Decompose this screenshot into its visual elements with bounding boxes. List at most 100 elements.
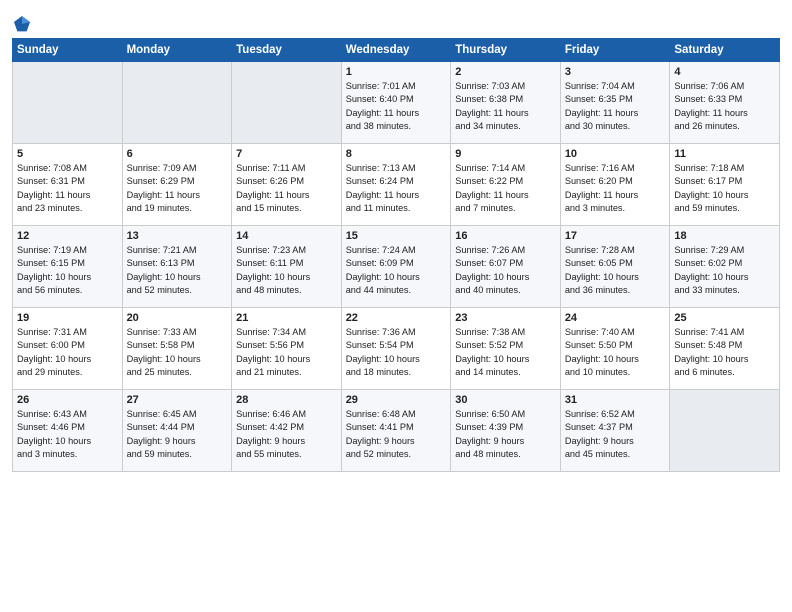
day-info: Sunrise: 7:41 AM Sunset: 5:48 PM Dayligh… — [674, 326, 775, 379]
weekday-header-tuesday: Tuesday — [232, 39, 342, 62]
calendar-cell: 27 Sunrise: 6:45 AM Sunset: 4:44 PM Dayli… — [122, 390, 232, 472]
calendar-cell: 26 Sunrise: 6:43 AM Sunset: 4:46 PM Dayli… — [13, 390, 123, 472]
day-number: 18 — [674, 230, 775, 242]
calendar-cell: 6 Sunrise: 7:09 AM Sunset: 6:29 PM Daylig… — [122, 144, 232, 226]
day-number: 22 — [346, 312, 447, 324]
day-number: 24 — [565, 312, 666, 324]
day-info: Sunrise: 7:04 AM Sunset: 6:35 PM Dayligh… — [565, 80, 666, 133]
weekday-header-monday: Monday — [122, 39, 232, 62]
day-number: 5 — [17, 148, 118, 160]
calendar-cell: 24 Sunrise: 7:40 AM Sunset: 5:50 PM Dayli… — [560, 308, 670, 390]
day-info: Sunrise: 6:45 AM Sunset: 4:44 PM Dayligh… — [127, 408, 228, 461]
day-number: 6 — [127, 148, 228, 160]
day-number: 8 — [346, 148, 447, 160]
day-info: Sunrise: 7:31 AM Sunset: 6:00 PM Dayligh… — [17, 326, 118, 379]
calendar-cell: 9 Sunrise: 7:14 AM Sunset: 6:22 PM Daylig… — [451, 144, 561, 226]
day-info: Sunrise: 7:24 AM Sunset: 6:09 PM Dayligh… — [346, 244, 447, 297]
calendar-cell: 16 Sunrise: 7:26 AM Sunset: 6:07 PM Dayli… — [451, 226, 561, 308]
calendar-cell: 29 Sunrise: 6:48 AM Sunset: 4:41 PM Dayli… — [341, 390, 451, 472]
calendar-cell: 23Sunrise: 7:38 AM Sunset: 5:52 PM Dayli… — [451, 308, 561, 390]
day-number: 11 — [674, 148, 775, 160]
calendar-cell: 10 Sunrise: 7:16 AM Sunset: 6:20 PM Dayli… — [560, 144, 670, 226]
day-info: Sunrise: 6:46 AM Sunset: 4:42 PM Dayligh… — [236, 408, 337, 461]
day-number: 21 — [236, 312, 337, 324]
day-info: Sunrise: 7:36 AM Sunset: 5:54 PM Dayligh… — [346, 326, 447, 379]
calendar-cell: 2 Sunrise: 7:03 AM Sunset: 6:38 PM Daylig… — [451, 62, 561, 144]
calendar-cell — [13, 62, 123, 144]
calendar-cell: 14 Sunrise: 7:23 AM Sunset: 6:11 PM Dayli… — [232, 226, 342, 308]
logo — [12, 14, 35, 34]
weekday-header-saturday: Saturday — [670, 39, 780, 62]
day-info: Sunrise: 7:18 AM Sunset: 6:17 PM Dayligh… — [674, 162, 775, 215]
page-container: SundayMondayTuesdayWednesdayThursdayFrid… — [0, 0, 792, 480]
weekday-header-wednesday: Wednesday — [341, 39, 451, 62]
calendar-table: SundayMondayTuesdayWednesdayThursdayFrid… — [12, 38, 780, 472]
day-info: Sunrise: 7:11 AM Sunset: 6:26 PM Dayligh… — [236, 162, 337, 215]
calendar-cell — [122, 62, 232, 144]
day-number: 12 — [17, 230, 118, 242]
calendar-cell: 25Sunrise: 7:41 AM Sunset: 5:48 PM Dayli… — [670, 308, 780, 390]
weekday-header-sunday: Sunday — [13, 39, 123, 62]
day-info: Sunrise: 7:23 AM Sunset: 6:11 PM Dayligh… — [236, 244, 337, 297]
day-info: Sunrise: 6:43 AM Sunset: 4:46 PM Dayligh… — [17, 408, 118, 461]
day-number: 26 — [17, 394, 118, 406]
day-number: 3 — [565, 66, 666, 78]
day-info: Sunrise: 7:26 AM Sunset: 6:07 PM Dayligh… — [455, 244, 556, 297]
calendar-cell: 15Sunrise: 7:24 AM Sunset: 6:09 PM Dayli… — [341, 226, 451, 308]
day-number: 30 — [455, 394, 556, 406]
calendar-cell: 20Sunrise: 7:33 AM Sunset: 5:58 PM Dayli… — [122, 308, 232, 390]
calendar-cell: 3 Sunrise: 7:04 AM Sunset: 6:35 PM Daylig… — [560, 62, 670, 144]
weekday-header-thursday: Thursday — [451, 39, 561, 62]
calendar-cell: 1 Sunrise: 7:01 AM Sunset: 6:40 PM Daylig… — [341, 62, 451, 144]
day-info: Sunrise: 7:01 AM Sunset: 6:40 PM Dayligh… — [346, 80, 447, 133]
day-info: Sunrise: 7:21 AM Sunset: 6:13 PM Dayligh… — [127, 244, 228, 297]
calendar-cell: 8Sunrise: 7:13 AM Sunset: 6:24 PM Daylig… — [341, 144, 451, 226]
calendar-cell: 17 Sunrise: 7:28 AM Sunset: 6:05 PM Dayli… — [560, 226, 670, 308]
day-number: 23 — [455, 312, 556, 324]
day-info: Sunrise: 6:50 AM Sunset: 4:39 PM Dayligh… — [455, 408, 556, 461]
day-number: 27 — [127, 394, 228, 406]
calendar-cell: 5 Sunrise: 7:08 AM Sunset: 6:31 PM Daylig… — [13, 144, 123, 226]
day-number: 29 — [346, 394, 447, 406]
header — [12, 10, 780, 34]
weekday-header-friday: Friday — [560, 39, 670, 62]
day-info: Sunrise: 7:14 AM Sunset: 6:22 PM Dayligh… — [455, 162, 556, 215]
day-number: 1 — [346, 66, 447, 78]
calendar-cell: 30 Sunrise: 6:50 AM Sunset: 4:39 PM Dayli… — [451, 390, 561, 472]
day-info: Sunrise: 7:09 AM Sunset: 6:29 PM Dayligh… — [127, 162, 228, 215]
calendar-week-row: 12 Sunrise: 7:19 AM Sunset: 6:15 PM Dayli… — [13, 226, 780, 308]
calendar-cell: 12 Sunrise: 7:19 AM Sunset: 6:15 PM Dayli… — [13, 226, 123, 308]
calendar-cell: 31Sunrise: 6:52 AM Sunset: 4:37 PM Dayli… — [560, 390, 670, 472]
calendar-cell: 11 Sunrise: 7:18 AM Sunset: 6:17 PM Dayli… — [670, 144, 780, 226]
day-number: 10 — [565, 148, 666, 160]
calendar-cell — [232, 62, 342, 144]
day-number: 13 — [127, 230, 228, 242]
weekday-header-row: SundayMondayTuesdayWednesdayThursdayFrid… — [13, 39, 780, 62]
day-info: Sunrise: 7:28 AM Sunset: 6:05 PM Dayligh… — [565, 244, 666, 297]
day-info: Sunrise: 7:06 AM Sunset: 6:33 PM Dayligh… — [674, 80, 775, 133]
day-info: Sunrise: 7:40 AM Sunset: 5:50 PM Dayligh… — [565, 326, 666, 379]
day-info: Sunrise: 7:08 AM Sunset: 6:31 PM Dayligh… — [17, 162, 118, 215]
logo-icon — [12, 14, 32, 34]
day-info: Sunrise: 7:19 AM Sunset: 6:15 PM Dayligh… — [17, 244, 118, 297]
day-number: 9 — [455, 148, 556, 160]
day-number: 16 — [455, 230, 556, 242]
calendar-cell: 28 Sunrise: 6:46 AM Sunset: 4:42 PM Dayli… — [232, 390, 342, 472]
calendar-week-row: 1 Sunrise: 7:01 AM Sunset: 6:40 PM Daylig… — [13, 62, 780, 144]
day-info: Sunrise: 7:03 AM Sunset: 6:38 PM Dayligh… — [455, 80, 556, 133]
day-number: 28 — [236, 394, 337, 406]
day-number: 31 — [565, 394, 666, 406]
day-number: 19 — [17, 312, 118, 324]
calendar-cell: 22 Sunrise: 7:36 AM Sunset: 5:54 PM Dayli… — [341, 308, 451, 390]
day-info: Sunrise: 7:16 AM Sunset: 6:20 PM Dayligh… — [565, 162, 666, 215]
day-number: 7 — [236, 148, 337, 160]
calendar-cell: 13 Sunrise: 7:21 AM Sunset: 6:13 PM Dayli… — [122, 226, 232, 308]
calendar-cell: 21Sunrise: 7:34 AM Sunset: 5:56 PM Dayli… — [232, 308, 342, 390]
day-info: Sunrise: 6:48 AM Sunset: 4:41 PM Dayligh… — [346, 408, 447, 461]
calendar-cell — [670, 390, 780, 472]
day-number: 17 — [565, 230, 666, 242]
day-info: Sunrise: 7:29 AM Sunset: 6:02 PM Dayligh… — [674, 244, 775, 297]
day-number: 14 — [236, 230, 337, 242]
day-number: 2 — [455, 66, 556, 78]
day-number: 20 — [127, 312, 228, 324]
